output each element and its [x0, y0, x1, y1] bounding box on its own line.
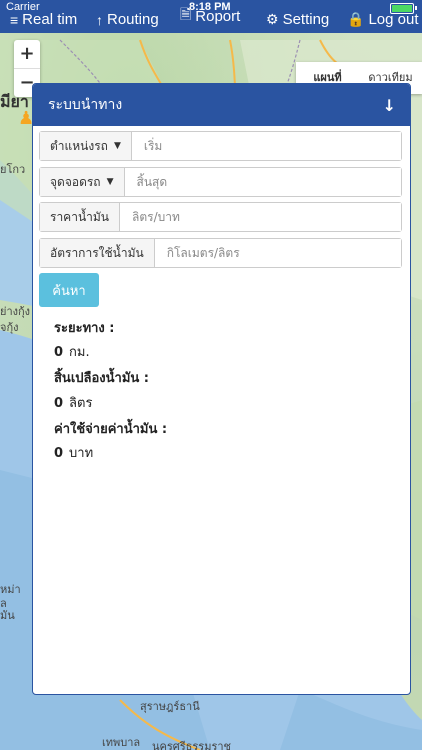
fuel-cost-value: 0 [54, 446, 64, 461]
nav-report-label: Roport [195, 7, 241, 25]
end-dropdown[interactable]: จุดจอดรถ ▼ [40, 168, 125, 196]
map-label: เทพบาล [102, 736, 141, 749]
fuel-consumption-result: 0 ลิตร [54, 392, 92, 413]
fuel-consumption-value: 0 [54, 396, 64, 411]
start-dropdown[interactable]: ตำแหน่งรถ ▼ [40, 132, 132, 160]
map-label: นครศรีธรรมราช [152, 740, 232, 750]
distance-label: ระยะทาง : [54, 321, 115, 336]
distance-unit: กม. [69, 345, 90, 360]
panel-header[interactable]: ระบบนำทาง ↓ [33, 84, 410, 126]
fuel-consumption-unit: ลิตร [69, 396, 93, 411]
panel-title: ระบบนำทาง [48, 97, 123, 113]
zoom-in-button[interactable]: + [14, 40, 40, 69]
fuel-rate-row: อัตราการใช้น้ำมัน กิโลเมตร/ลิตร [39, 238, 402, 268]
rss-icon: ≡ [10, 11, 19, 28]
map-label: จกุ้ง [0, 321, 19, 334]
nav-logout-label: Log out [368, 11, 419, 28]
nav-setting[interactable]: ⚙ Setting [266, 11, 329, 28]
nav-logout[interactable]: 🔒 Log out [347, 11, 418, 28]
fuel-cost-label: ค่าใช้จ่ายค่าน้ำมัน : [54, 422, 168, 437]
nav-routing[interactable]: ↑ Routing [96, 11, 159, 28]
document-icon: 🗎 [180, 6, 192, 22]
search-button[interactable]: ค้นหา [39, 273, 99, 307]
arrow-up-icon: ↑ [96, 11, 103, 28]
fuel-cost-unit: บาท [69, 446, 94, 461]
fuel-cost-result: 0 บาท [54, 442, 93, 463]
routing-panel: ระบบนำทาง ↓ ตำแหน่งรถ ▼ เริ่ม จุดจอดรถ ▼… [32, 83, 411, 695]
end-row: จุดจอดรถ ▼ สิ้นสุด [39, 167, 402, 197]
fuel-price-label: ราคาน้ำมัน [40, 203, 121, 231]
map-label: สุราษฎร์ธานี [140, 700, 200, 713]
nav-report[interactable]: 🗎 Roport [180, 4, 240, 28]
start-dropdown-label: ตำแหน่งรถ [50, 138, 108, 153]
distance-result: 0 กม. [54, 341, 90, 362]
map-label: มัน [0, 609, 15, 622]
nav-realtime-label: Real tim [22, 11, 78, 28]
caret-down-icon: ▼ [106, 177, 114, 187]
start-input[interactable]: เริ่ม [131, 132, 401, 160]
fuel-price-row: ราคาน้ำมัน ลิตร/บาท [39, 202, 402, 232]
fuel-rate-input[interactable]: กิโลเมตร/ลิตร [154, 239, 401, 267]
distance-value: 0 [54, 345, 64, 360]
end-input[interactable]: สิ้นสุด [124, 168, 401, 196]
map-label: ยโกว [0, 163, 26, 176]
end-dropdown-label: จุดจอดรถ [50, 174, 101, 189]
nav-routing-label: Routing [107, 11, 159, 28]
lock-icon: 🔒 [347, 11, 365, 27]
top-nav-bar: Carrier 8:18 PM ≡ Real tim ↑ Routing 🗎 R… [0, 0, 422, 33]
gears-icon: ⚙ [266, 11, 279, 27]
fuel-consumption-label: สิ้นเปลืองน้ำมัน : [54, 371, 150, 386]
arrow-down-icon[interactable]: ↓ [383, 96, 396, 115]
fuel-rate-label: อัตราการใช้น้ำมัน [40, 239, 155, 267]
nav-setting-label: Setting [282, 11, 330, 28]
start-row: ตำแหน่งรถ ▼ เริ่ม [39, 131, 402, 161]
fuel-price-input[interactable]: ลิตร/บาท [120, 203, 401, 231]
caret-down-icon: ▼ [113, 141, 121, 151]
nav-realtime[interactable]: ≡ Real tim [10, 11, 77, 28]
